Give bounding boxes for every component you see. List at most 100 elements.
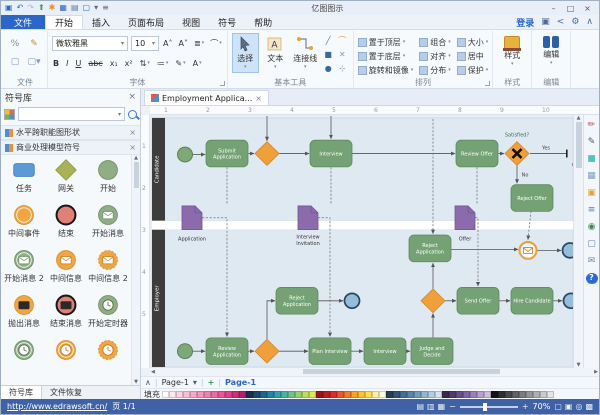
shrink-font-button[interactable]: A˅ [177,38,188,49]
align-button[interactable]: ≣▾ [193,38,205,49]
login-button[interactable]: 登录 [516,16,534,29]
zoom-in-button[interactable]: + [522,402,529,411]
collapse-ribbon-icon[interactable]: ∧ [586,17,593,27]
line-tool-icon[interactable]: ╱ [322,34,335,47]
color-swatch-25[interactable] [337,391,344,398]
symbol-item[interactable]: 中间信息 2 [87,248,129,293]
website-link[interactable]: http://www.edrawsoft.cn/ [7,402,107,411]
scroll-left-icon[interactable]: ◀ [151,368,155,376]
subscript-button[interactable]: x₁ [109,59,119,68]
full-view-icon[interactable]: ▦ [438,402,446,411]
strikethrough-button[interactable]: abc [87,59,103,68]
color-swatch-49[interactable] [505,391,512,398]
start-event-node[interactable] [178,344,193,359]
font-dialog-launcher[interactable] [220,81,225,86]
menu-tab-3[interactable]: 视图 [173,15,209,29]
import-icon[interactable]: ⬆ [38,3,45,13]
symbol-item[interactable]: 中间信息 [45,248,87,293]
help-icon[interactable]: ? [586,273,598,284]
color-swatch-1[interactable] [169,391,176,398]
magnifier-icon[interactable]: ◎ [575,402,582,411]
page-dropdown-icon[interactable]: ▾ [193,378,197,387]
ellipse-tool-icon[interactable]: ● [322,62,335,75]
symbol-item[interactable]: 开始定时器 [87,293,129,338]
menu-tab-0[interactable]: 开始 [45,15,83,29]
menu-tab-1[interactable]: 插入 [83,15,119,29]
library-section-bpmn[interactable]: 商业处理模型符号 × [1,140,140,155]
font-name-select[interactable]: 微软雅黑▾ [52,36,128,51]
start-event-node[interactable] [178,147,193,162]
underline-button[interactable]: U [74,59,82,68]
cross-tool-icon[interactable]: ✕ [336,48,349,61]
color-swatch-0[interactable] [162,391,169,398]
color-swatch-55[interactable] [547,391,554,398]
style-button[interactable]: 样式▾ [497,33,527,73]
document-close-icon[interactable]: × [255,94,262,103]
collapse-pages-icon[interactable]: ∧ [145,378,151,387]
color-swatch-54[interactable] [540,391,547,398]
font-size-select[interactable]: 10▾ [131,36,159,51]
color-swatch-2[interactable] [176,391,183,398]
menu-tab-5[interactable]: 帮助 [245,15,281,29]
color-swatch-28[interactable] [358,391,365,398]
fill-color-panel-icon[interactable]: ■ [586,154,598,165]
connector-tool-button[interactable]: 连接线▾ [292,33,319,73]
arrange-item-4[interactable]: 对齐▾ [419,49,451,63]
select-tool-button[interactable]: 选择▾ [232,33,259,73]
color-swatch-15[interactable] [267,391,274,398]
color-swatch-27[interactable] [351,391,358,398]
document-tab[interactable]: Employment Applica... × [144,90,269,105]
color-swatch-13[interactable] [253,391,260,398]
normal-view-icon[interactable]: ▤ [416,402,424,411]
feedback-icon[interactable]: ▣ [541,17,550,27]
arrange-item-7[interactable]: 居中 [457,49,489,63]
vertical-scrollbar[interactable]: ▲▼ [573,115,583,368]
color-swatch-41[interactable] [449,391,456,398]
color-swatch-6[interactable] [204,391,211,398]
zoom-slider[interactable] [460,406,518,408]
symbol-item[interactable] [87,338,129,383]
picture-panel-icon[interactable]: ▦ [586,171,598,182]
library-picker-icon[interactable] [4,109,15,120]
color-swatch-43[interactable] [463,391,470,398]
arrange-item-2[interactable]: 旋转和镜像▾ [358,63,414,77]
symbol-item[interactable]: 中间事件 [3,203,45,248]
grid-icon[interactable]: ▩ [585,402,593,411]
color-swatch-3[interactable] [183,391,190,398]
color-swatch-40[interactable] [442,391,449,398]
symbol-item[interactable]: 网关 [45,158,87,203]
panel-close-icon[interactable]: × [128,92,136,102]
line-spacing-button[interactable]: ⇅▾ [139,59,151,68]
draft-panel-icon[interactable]: ▢ [586,239,598,250]
color-swatch-38[interactable] [428,391,435,398]
color-swatch-20[interactable] [302,391,309,398]
edit-button[interactable]: 编辑▾ [536,33,566,73]
color-swatch-33[interactable] [393,391,400,398]
redo-icon[interactable]: ↷ [27,3,34,13]
paste-icon[interactable]: ▢ [7,54,23,70]
minimize-button[interactable]: – [546,4,561,13]
zoom-slider-thumb[interactable] [483,403,487,411]
bullets-button[interactable]: ≔▾ [156,59,170,68]
highlight-button[interactable]: ✎▾ [174,59,186,68]
fit-window-icon[interactable]: ▢ [554,402,562,411]
end-event-node[interactable] [564,293,574,308]
style-panel-icon[interactable]: ✏ [586,120,598,131]
page-selector[interactable]: Page-1 [162,378,189,387]
color-swatch-26[interactable] [344,391,351,398]
color-swatch-53[interactable] [533,391,540,398]
trim-tool-icon[interactable]: ⊹ [336,62,349,75]
library-section-crossfunctional[interactable]: 水平跨职能图形状 × [1,125,140,140]
color-swatch-50[interactable] [512,391,519,398]
color-swatch-12[interactable] [246,391,253,398]
color-swatch-51[interactable] [519,391,526,398]
symbol-item[interactable]: 结束 [45,203,87,248]
text-tool-button[interactable]: A 文本▾ [262,33,289,73]
share-icon[interactable]: < [557,17,565,27]
update-icon[interactable]: ✱ [49,3,56,13]
hyperlink-panel-icon[interactable]: ◉ [586,222,598,233]
page-tab-active[interactable]: Page-1 [225,378,256,387]
color-swatch-48[interactable] [498,391,505,398]
color-swatch-5[interactable] [197,391,204,398]
format-painter-icon[interactable]: ✎ [25,36,43,52]
